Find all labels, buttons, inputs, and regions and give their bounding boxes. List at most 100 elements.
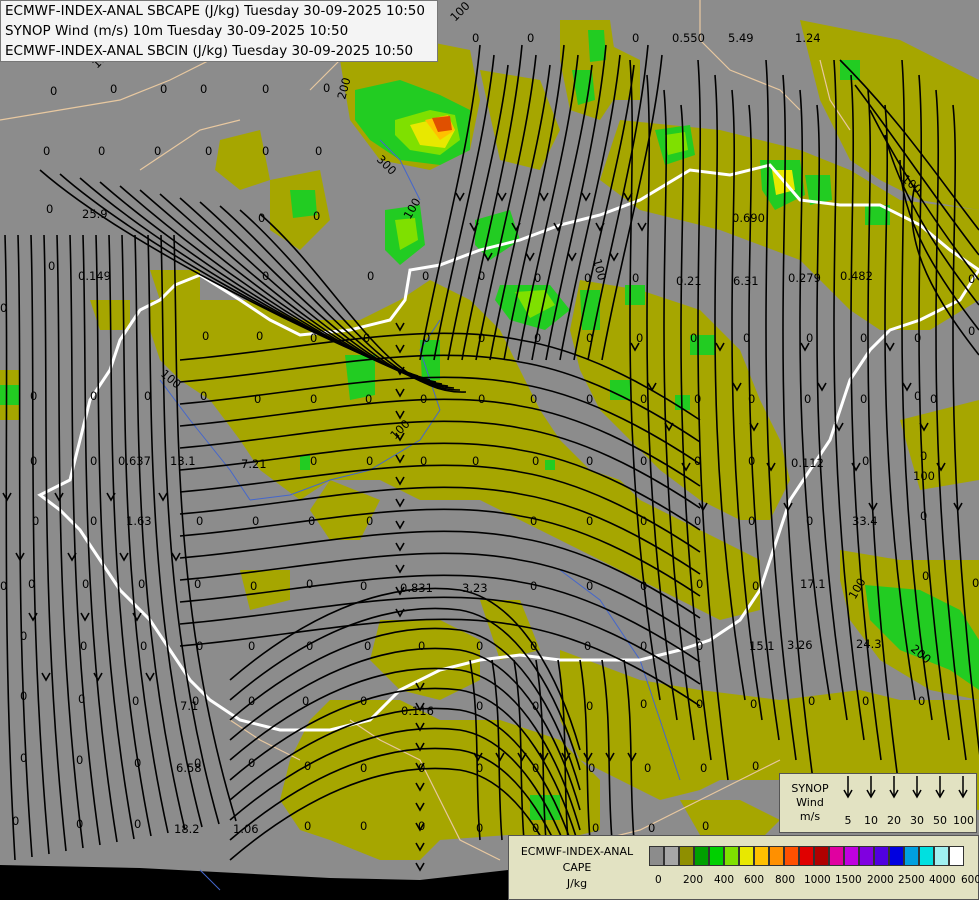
cin-zero-label: 0 [640,697,647,711]
cin-zero-label: 0 [478,331,485,345]
cape-color-swatch [889,846,904,866]
synop-wind-legend: SYNOP Wind m/s 5 10 20 30 50 100 [779,773,977,833]
cin-zero-label: 0 [48,259,55,273]
cin-zero-label: 0 [640,514,647,528]
cin-zero-label: 0 [308,514,315,528]
cin-value-label: 0.690 [732,211,765,225]
cape-scale-label: 1000 [804,874,831,886]
cin-zero-label: 0 [694,454,701,468]
cin-zero-label: 0 [748,454,755,468]
cin-zero-label: 0 [806,331,813,345]
synop-tick-label: 50 [933,814,947,827]
map-canvas: 0001000 000.550 5.49 1.2425.90.1490.637 13.1… [0,0,979,900]
cin-zero-label: 0 [313,209,320,223]
cin-zero-label: 0 [192,694,199,708]
cin-zero-label: 0 [363,331,370,345]
cape-color-swatch [679,846,694,866]
cin-zero-label: 0 [478,392,485,406]
cin-zero-label: 0 [30,389,37,403]
cin-zero-label: 0 [367,269,374,283]
synop-tick-label: 5 [844,814,852,827]
cin-zero-label: 0 [194,756,201,770]
cin-zero-label: 0 [418,761,425,775]
cape-title-line1: ECMWF-INDEX-ANAL [520,845,634,858]
cin-zero-label: 0 [694,514,701,528]
cin-zero-label: 0 [306,639,313,653]
cin-zero-label: 0 [640,392,647,406]
cin-zero-label: 0 [254,392,261,406]
cin-zero-label: 0 [532,821,539,835]
cin-zero-label: 0 [702,819,709,833]
cape-color-swatch [709,846,724,866]
cin-value-label: 0 [110,82,117,96]
cin-value-label: 0 [472,31,479,45]
cape-color-legend: ECMWF-INDEX-ANAL CAPE J/kg 0 200 400 600 800… [508,835,979,900]
wind-arrow-icon [935,776,945,799]
cin-value-label: 0.116 [401,704,434,718]
cin-zero-label: 0 [584,639,591,653]
cin-zero-label: 0 [750,697,757,711]
cin-zero-label: 0 [534,331,541,345]
cin-zero-label: 0 [534,271,541,285]
cape-color-swatch [814,846,829,866]
cin-zero-label: 0 [972,576,979,590]
cin-zero-label: 0 [262,144,269,158]
cin-zero-label: 0 [360,761,367,775]
cin-zero-label: 0 [476,821,483,835]
cin-zero-label: 0 [138,577,145,591]
cin-zero-label: 0 [82,577,89,591]
cin-value-label: 13.1 [170,454,196,468]
cin-value-label: 0 [527,31,534,45]
cin-zero-label: 0 [196,514,203,528]
cin-zero-label: 0 [50,84,57,98]
cape-color-swatch [754,846,769,866]
cin-zero-label: 0 [420,392,427,406]
cin-value-label: 7.21 [241,457,267,471]
cin-zero-label: 0 [132,694,139,708]
cin-zero-label: 0 [360,694,367,708]
cin-zero-label: 0 [586,454,593,468]
cape-color-swatch [934,846,949,866]
cin-zero-label: 0 [640,639,647,653]
cin-zero-label: 0 [98,144,105,158]
cape-color-swatch [829,846,844,866]
cin-value-label: 100 [913,469,935,483]
cin-zero-label: 0 [262,82,269,96]
cin-value-label: 0.482 [840,269,873,283]
cin-zero-label: 0 [530,514,537,528]
cin-zero-label: 0 [752,759,759,773]
cin-zero-label: 0 [248,639,255,653]
cin-zero-label: 0 [918,694,925,708]
cin-value-label: 1.24 [795,31,821,45]
cin-zero-label: 0 [323,81,330,95]
cin-zero-label: 0 [134,756,141,770]
cin-zero-label: 0 [418,639,425,653]
cape-title-line3: J/kg [566,877,588,890]
cin-zero-label: 0 [366,454,373,468]
cin-zero-label: 0 [640,579,647,593]
cin-zero-label: 0 [648,821,655,835]
cin-zero-label: 0 [532,454,539,468]
cin-zero-label: 0 [252,514,259,528]
cin-zero-label: 0 [584,271,591,285]
cape-color-swatch [844,846,859,866]
cin-zero-label: 0 [154,144,161,158]
cin-zero-label: 0 [420,454,427,468]
cin-zero-label: 0 [262,269,269,283]
cin-zero-label: 0 [530,639,537,653]
cin-zero-label: 0 [248,756,255,770]
wind-arrow-icon [958,776,968,799]
cin-zero-label: 0 [640,454,647,468]
cin-zero-label: 0 [586,331,593,345]
cin-zero-label: 0 [743,331,750,345]
cin-zero-label: 0 [586,699,593,713]
cin-value-label: 0 [43,144,50,158]
cin-zero-label: 0 [914,389,921,403]
cin-zero-label: 0 [476,639,483,653]
cin-zero-label: 0 [200,389,207,403]
cin-value-label: 0.831 [400,581,433,595]
cape-color-swatch [904,846,919,866]
cape-color-swatch [724,846,739,866]
cin-zero-label: 0 [20,751,27,765]
cin-value-label: 0.279 [788,271,821,285]
